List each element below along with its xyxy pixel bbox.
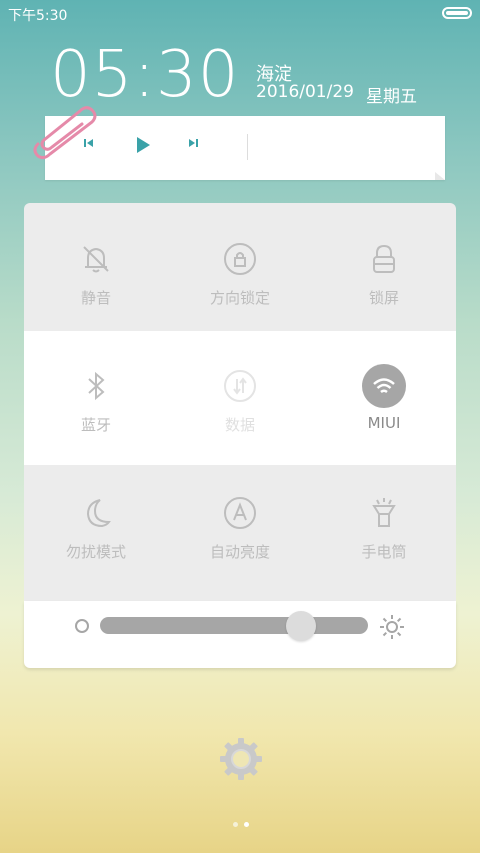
music-widget bbox=[45, 116, 445, 180]
brightness-slider-thumb[interactable] bbox=[286, 611, 316, 641]
rotation-lock-icon bbox=[224, 243, 256, 275]
toggle-data[interactable]: 数据 bbox=[168, 368, 312, 478]
auto-brightness-icon bbox=[224, 497, 256, 529]
toggle-label: MIUI bbox=[367, 414, 401, 432]
toggle-label: 锁屏 bbox=[368, 289, 399, 307]
page-dot bbox=[233, 822, 238, 827]
toggle-rotation-lock[interactable]: 方向锁定 bbox=[168, 241, 312, 351]
quick-settings-panel: 静音 方向锁定 锁屏 蓝牙 数据 MIUI 勿扰模式 自动亮度 手电筒 bbox=[24, 203, 456, 668]
toggle-label: 数据 bbox=[224, 416, 255, 434]
wifi-icon bbox=[362, 364, 406, 408]
status-time: 下午5:30 bbox=[8, 8, 68, 24]
battery-icon bbox=[442, 7, 472, 19]
brightness-low-icon bbox=[75, 619, 89, 633]
moon-icon bbox=[86, 499, 111, 528]
toggle-wifi[interactable]: MIUI bbox=[312, 364, 456, 474]
lockscreen-clock: 05:30 bbox=[50, 38, 240, 112]
data-icon bbox=[224, 370, 256, 402]
settings-gear-icon[interactable] bbox=[218, 736, 264, 782]
toggle-auto-brightness[interactable]: 自动亮度 bbox=[168, 495, 312, 605]
paperclip-icon bbox=[33, 106, 97, 160]
status-bar: 下午5:30 bbox=[0, 0, 480, 26]
toggle-label: 勿扰模式 bbox=[65, 543, 126, 561]
toggle-label: 方向锁定 bbox=[209, 289, 270, 307]
play-button[interactable] bbox=[134, 136, 152, 154]
music-divider bbox=[247, 134, 248, 160]
next-track-button[interactable] bbox=[186, 136, 200, 150]
toggle-flashlight[interactable]: 手电筒 bbox=[312, 495, 456, 605]
toggle-lock-screen[interactable]: 锁屏 bbox=[312, 241, 456, 351]
toggle-bluetooth[interactable]: 蓝牙 bbox=[24, 368, 168, 478]
toggle-label: 手电筒 bbox=[361, 543, 407, 561]
lockscreen-weekday: 星期五 bbox=[366, 87, 417, 107]
toggle-label: 静音 bbox=[80, 289, 111, 307]
page-indicator bbox=[230, 812, 252, 831]
bell-off-icon bbox=[83, 246, 109, 273]
toggle-do-not-disturb[interactable]: 勿扰模式 bbox=[24, 495, 168, 605]
lockscreen-date: 2016/01/29 bbox=[256, 82, 354, 102]
toggle-label: 自动亮度 bbox=[209, 543, 270, 561]
toggle-label: 蓝牙 bbox=[80, 416, 111, 434]
lock-icon bbox=[373, 244, 395, 273]
previous-track-button[interactable] bbox=[82, 136, 96, 150]
flashlight-icon bbox=[372, 498, 396, 527]
page-dot-active bbox=[244, 822, 249, 827]
brightness-high-icon bbox=[380, 615, 404, 639]
toggle-silent[interactable]: 静音 bbox=[24, 241, 168, 351]
brightness-slider-track[interactable] bbox=[100, 617, 368, 634]
bluetooth-icon bbox=[88, 371, 105, 401]
